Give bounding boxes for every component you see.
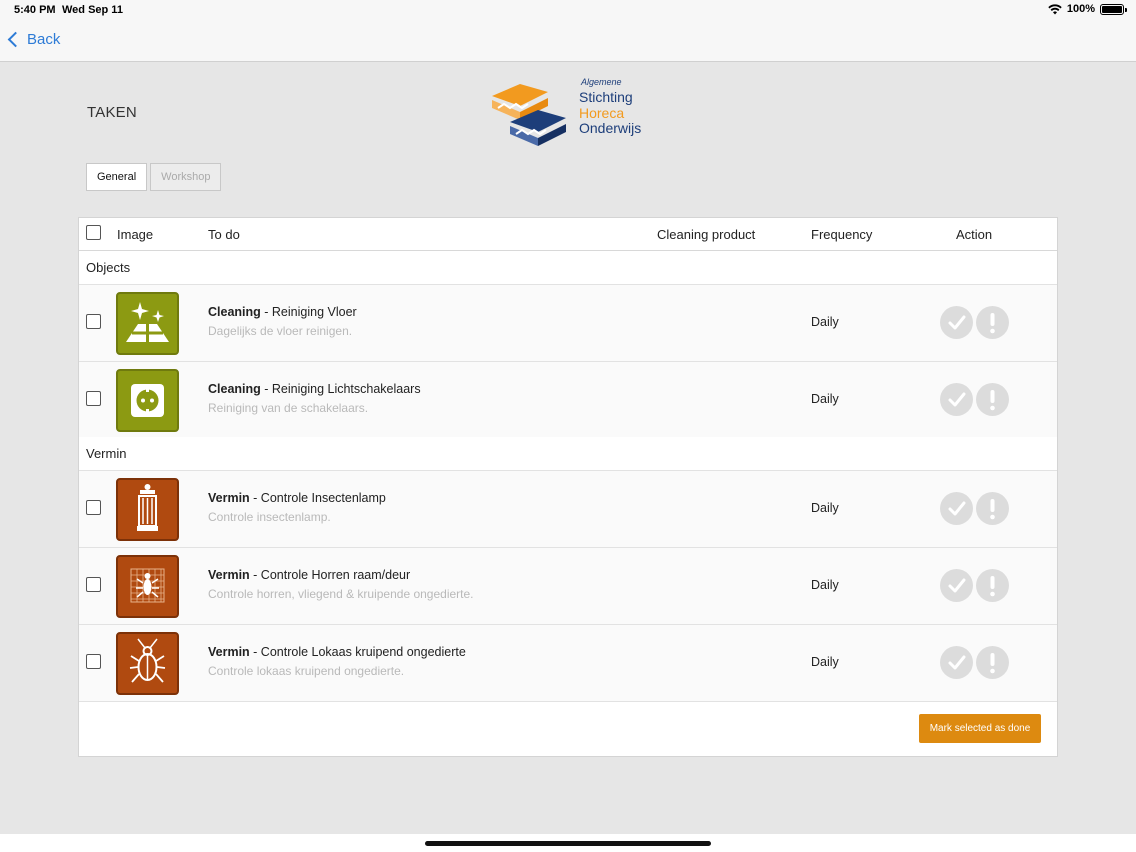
status-date: Wed Sep 11	[62, 4, 123, 16]
table-row: Vermin - Controle Lokaas kruipend ongedi…	[79, 625, 1057, 702]
status-bar: 5:40 PM Wed Sep 11 100%	[0, 0, 1136, 22]
task-frequency: Daily	[811, 655, 839, 669]
header-image: Image	[117, 227, 154, 242]
exclamation-icon	[990, 390, 995, 411]
back-label: Back	[27, 31, 61, 48]
done-check-button[interactable]	[940, 306, 973, 339]
row-checkbox[interactable]	[86, 500, 101, 515]
header-cleaning-product: Cleaning product	[657, 227, 756, 242]
cockroach-icon	[116, 632, 179, 695]
window-screen-icon	[116, 555, 179, 618]
row-checkbox[interactable]	[86, 654, 101, 669]
task-frequency: Daily	[811, 578, 839, 592]
task-title: Vermin - Controle Lokaas kruipend ongedi…	[208, 645, 466, 659]
report-issue-button[interactable]	[976, 492, 1009, 525]
task-frequency: Daily	[811, 315, 839, 329]
task-description: Controle insectenlamp.	[208, 510, 331, 524]
done-check-button[interactable]	[940, 383, 973, 416]
tab-workshop[interactable]: Workshop	[150, 163, 222, 191]
logo-text-line2: Horeca	[579, 105, 625, 121]
table-row: Cleaning - Reiniging Lichtschakelaars Re…	[79, 362, 1057, 439]
row-checkbox[interactable]	[86, 314, 101, 329]
report-issue-button[interactable]	[976, 646, 1009, 679]
exclamation-icon	[990, 576, 995, 597]
done-check-button[interactable]	[940, 646, 973, 679]
task-description: Reiniging van de schakelaars.	[208, 401, 369, 415]
done-check-button[interactable]	[940, 569, 973, 602]
tasks-table: Image To do Cleaning product Frequency A…	[78, 217, 1058, 757]
page-title: TAKEN	[87, 104, 137, 121]
home-indicator	[0, 834, 1136, 852]
navigation-bar: Back	[0, 22, 1136, 62]
task-description: Controle lokaas kruipend ongedierte.	[208, 664, 405, 678]
header-frequency: Frequency	[811, 227, 873, 242]
task-title: Vermin - Controle Horren raam/deur	[208, 568, 411, 582]
header-action: Action	[956, 227, 993, 242]
exclamation-icon	[990, 313, 995, 334]
table-header: Image To do Cleaning product Frequency A…	[79, 218, 1057, 251]
table-row: Cleaning - Reiniging Vloer Dagelijks de …	[79, 285, 1057, 362]
task-title: Cleaning - Reiniging Vloer	[208, 305, 357, 319]
task-title: Vermin - Controle Insectenlamp	[208, 491, 386, 505]
chevron-left-icon	[7, 31, 24, 48]
mark-selected-done-button[interactable]: Mark selected as done	[919, 714, 1041, 743]
light-switch-icon	[116, 369, 179, 432]
check-icon	[948, 578, 966, 593]
logo-mark-icon	[492, 84, 566, 146]
task-frequency: Daily	[811, 501, 839, 515]
tab-general[interactable]: General	[86, 163, 148, 191]
tab-bar: General Workshop	[86, 163, 222, 191]
group-header-objects: Objects	[79, 251, 1057, 285]
task-description: Dagelijks de vloer reinigen.	[208, 324, 353, 338]
row-checkbox[interactable]	[86, 577, 101, 592]
shco-logo: Algemene Stichting Horeca Onderwijs	[490, 76, 660, 148]
back-button[interactable]: Back	[7, 31, 61, 48]
logo-text-line1: Stichting	[579, 89, 633, 105]
status-time: 5:40 PM	[14, 4, 56, 16]
logo-text-line3: Onderwijs	[579, 120, 642, 136]
report-issue-button[interactable]	[976, 306, 1009, 339]
check-icon	[948, 501, 966, 516]
insect-lamp-icon	[116, 478, 179, 541]
status-indicators: 100%	[1048, 3, 1127, 15]
done-check-button[interactable]	[940, 492, 973, 525]
select-all-checkbox[interactable]	[86, 225, 101, 240]
check-icon	[948, 392, 966, 407]
floor-cleaning-icon	[116, 292, 179, 355]
exclamation-icon	[990, 653, 995, 674]
task-description: Controle horren, vliegend & kruipende on…	[208, 587, 474, 601]
wifi-icon	[1048, 3, 1062, 14]
check-icon	[948, 655, 966, 670]
table-row: Vermin - Controle Insectenlamp Controle …	[79, 471, 1057, 548]
task-frequency: Daily	[811, 392, 839, 406]
battery-percent: 100%	[1066, 3, 1095, 15]
report-issue-button[interactable]	[976, 569, 1009, 602]
report-issue-button[interactable]	[976, 383, 1009, 416]
group-header-vermin: Vermin	[79, 437, 1057, 471]
table-row: Vermin - Controle Horren raam/deur Contr…	[79, 548, 1057, 625]
battery-icon	[1100, 3, 1127, 15]
task-title: Cleaning - Reiniging Lichtschakelaars	[208, 382, 421, 396]
header-todo: To do	[208, 227, 240, 242]
row-checkbox[interactable]	[86, 391, 101, 406]
home-indicator-bar[interactable]	[425, 841, 711, 846]
check-icon	[948, 315, 966, 330]
logo-text-small: Algemene	[581, 77, 622, 87]
exclamation-icon	[990, 499, 995, 520]
